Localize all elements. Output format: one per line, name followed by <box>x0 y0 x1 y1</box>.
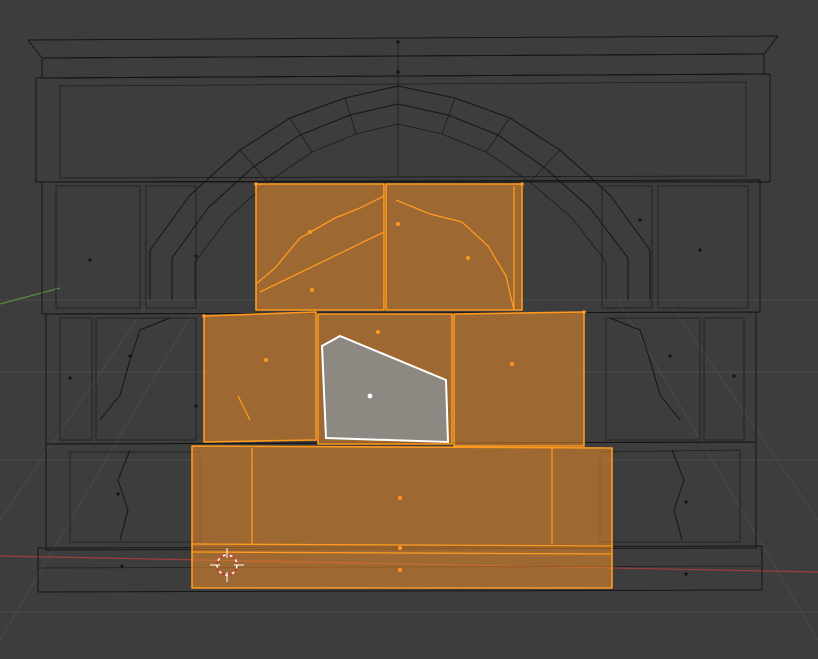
3d-viewport[interactable] <box>0 0 818 659</box>
y-axis-line <box>0 287 61 305</box>
selected-face <box>191 445 613 589</box>
selected-face <box>255 183 385 311</box>
selected-face <box>385 183 523 311</box>
selected-face <box>453 311 585 447</box>
object-origin-icon <box>367 393 373 399</box>
wireframe-scene[interactable] <box>0 0 818 659</box>
selected-face <box>203 311 317 443</box>
